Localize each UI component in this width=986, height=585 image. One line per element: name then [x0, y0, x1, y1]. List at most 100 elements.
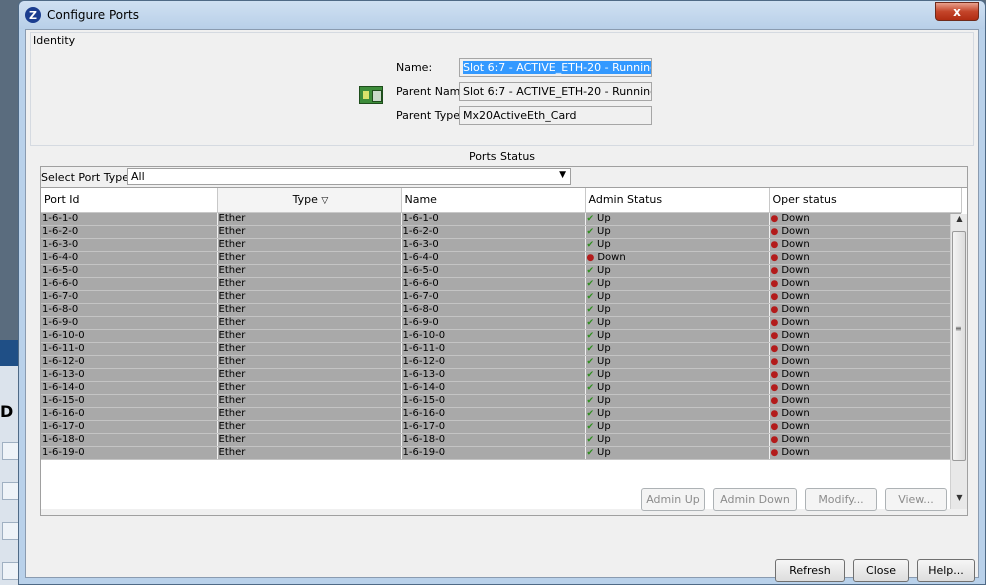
- column-header-name[interactable]: Name: [401, 188, 586, 213]
- cell-admin-status: Up: [585, 212, 770, 226]
- admin-down-button[interactable]: Admin Down: [713, 488, 797, 511]
- cell-name: 1-6-4-0: [401, 251, 586, 265]
- modify-button[interactable]: Modify...: [805, 488, 877, 511]
- cell-admin-status: Up: [585, 446, 770, 460]
- parent-name-field[interactable]: Slot 6:7 - ACTIVE_ETH-20 - Running: [459, 82, 652, 101]
- cell-type: Ether: [217, 433, 402, 447]
- cell-type: Ether: [217, 316, 402, 330]
- parent-type-label: Parent Type:: [396, 109, 464, 122]
- table-row[interactable]: 1-6-16-0Ether1-6-16-0UpDown: [41, 407, 962, 421]
- dialog-body: Identity Name: Slot 6:7 - ACTIVE_ETH-20 …: [25, 29, 979, 582]
- cell-oper-status: Down: [769, 407, 962, 421]
- cell-name: 1-6-19-0: [401, 446, 586, 460]
- scroll-up-icon[interactable]: ▲: [951, 214, 968, 230]
- scrollbar-thumb[interactable]: [952, 231, 966, 461]
- column-header-type[interactable]: Type ▽: [217, 188, 402, 213]
- admin-up-button[interactable]: Admin Up: [641, 488, 705, 511]
- table-row[interactable]: 1-6-8-0Ether1-6-8-0UpDown: [41, 303, 962, 317]
- ports-status-panel: Select Port Type: All ▼ Port Id Type ▽ N…: [40, 166, 968, 516]
- table-row[interactable]: 1-6-13-0Ether1-6-13-0UpDown: [41, 368, 962, 382]
- cell-admin-status: Up: [585, 342, 770, 356]
- table-row[interactable]: 1-6-4-0Ether1-6-4-0DownDown: [41, 251, 962, 265]
- configure-ports-dialog: Z Configure Ports x Identity Name: Slot …: [18, 0, 986, 585]
- sort-filter-icon: ▽: [321, 196, 329, 207]
- cell-name: 1-6-2-0: [401, 225, 586, 239]
- cell-oper-status: Down: [769, 290, 962, 304]
- cell-oper-status: Down: [769, 433, 962, 447]
- cell-port-id: 1-6-16-0: [41, 407, 218, 421]
- cell-name: 1-6-14-0: [401, 381, 586, 395]
- table-row[interactable]: 1-6-17-0Ether1-6-17-0UpDown: [41, 420, 962, 434]
- table-row[interactable]: 1-6-14-0Ether1-6-14-0UpDown: [41, 381, 962, 395]
- cell-oper-status: Down: [769, 368, 962, 382]
- dropdown-arrow-icon: ▼: [559, 170, 566, 180]
- cell-port-id: 1-6-14-0: [41, 381, 218, 395]
- select-port-type-label: Select Port Type:: [41, 170, 133, 184]
- table-row[interactable]: 1-6-5-0Ether1-6-5-0UpDown: [41, 264, 962, 278]
- cell-oper-status: Down: [769, 251, 962, 265]
- cell-admin-status: Up: [585, 225, 770, 239]
- window-title: Configure Ports: [47, 8, 140, 22]
- cell-type: Ether: [217, 264, 402, 278]
- parent-type-field[interactable]: Mx20ActiveEth_Card: [459, 106, 652, 125]
- cell-name: 1-6-9-0: [401, 316, 586, 330]
- refresh-button[interactable]: Refresh: [775, 559, 845, 582]
- ports-table-container: Port Id Type ▽ Name Admin Status Oper st…: [41, 187, 967, 509]
- cell-oper-status: Down: [769, 225, 962, 239]
- cell-name: 1-6-7-0: [401, 290, 586, 304]
- ports-status-title: Ports Status: [468, 150, 536, 163]
- close-window-button[interactable]: x: [935, 2, 979, 21]
- cell-admin-status: Up: [585, 420, 770, 434]
- table-row[interactable]: 1-6-19-0Ether1-6-19-0UpDown: [41, 446, 962, 460]
- cell-oper-status: Down: [769, 342, 962, 356]
- cell-port-id: 1-6-15-0: [41, 394, 218, 408]
- table-row[interactable]: 1-6-11-0Ether1-6-11-0UpDown: [41, 342, 962, 356]
- help-button[interactable]: Help...: [917, 559, 975, 582]
- cell-oper-status: Down: [769, 446, 962, 460]
- table-row[interactable]: 1-6-12-0Ether1-6-12-0UpDown: [41, 355, 962, 369]
- cell-type: Ether: [217, 381, 402, 395]
- table-row[interactable]: 1-6-1-0Ether1-6-1-0UpDown: [41, 212, 962, 226]
- table-row[interactable]: 1-6-3-0Ether1-6-3-0UpDown: [41, 238, 962, 252]
- name-field[interactable]: Slot 6:7 - ACTIVE_ETH-20 - Running: [459, 58, 652, 77]
- cell-name: 1-6-15-0: [401, 394, 586, 408]
- column-header-type-label: Type: [292, 193, 318, 207]
- cell-name: 1-6-5-0: [401, 264, 586, 278]
- cell-port-id: 1-6-10-0: [41, 329, 218, 343]
- column-header-port-id[interactable]: Port Id: [41, 188, 218, 213]
- scroll-down-icon[interactable]: ▼: [951, 493, 968, 509]
- cell-port-id: 1-6-9-0: [41, 316, 218, 330]
- table-row[interactable]: 1-6-7-0Ether1-6-7-0UpDown: [41, 290, 962, 304]
- cell-port-id: 1-6-17-0: [41, 420, 218, 434]
- table-row[interactable]: 1-6-6-0Ether1-6-6-0UpDown: [41, 277, 962, 291]
- identity-group: Identity Name: Slot 6:7 - ACTIVE_ETH-20 …: [30, 32, 974, 146]
- port-type-dropdown[interactable]: All ▼: [127, 168, 571, 185]
- column-header-admin-status[interactable]: Admin Status: [585, 188, 770, 213]
- close-button[interactable]: Close: [853, 559, 909, 582]
- cell-oper-status: Down: [769, 212, 962, 226]
- table-row[interactable]: 1-6-15-0Ether1-6-15-0UpDown: [41, 394, 962, 408]
- ports-table: Port Id Type ▽ Name Admin Status Oper st…: [41, 188, 962, 460]
- table-row[interactable]: 1-6-10-0Ether1-6-10-0UpDown: [41, 329, 962, 343]
- cell-name: 1-6-1-0: [401, 212, 586, 226]
- view-button[interactable]: View...: [885, 488, 947, 511]
- cell-port-id: 1-6-2-0: [41, 225, 218, 239]
- cell-type: Ether: [217, 329, 402, 343]
- table-row[interactable]: 1-6-9-0Ether1-6-9-0UpDown: [41, 316, 962, 330]
- cell-type: Ether: [217, 355, 402, 369]
- table-row[interactable]: 1-6-2-0Ether1-6-2-0UpDown: [41, 225, 962, 239]
- cell-admin-status: Up: [585, 355, 770, 369]
- cell-oper-status: Down: [769, 381, 962, 395]
- table-row[interactable]: 1-6-18-0Ether1-6-18-0UpDown: [41, 433, 962, 447]
- card-icon: [359, 86, 383, 104]
- name-field-value: Slot 6:7 - ACTIVE_ETH-20 - Running: [463, 61, 651, 74]
- cell-oper-status: Down: [769, 329, 962, 343]
- cell-name: 1-6-6-0: [401, 277, 586, 291]
- cell-name: 1-6-16-0: [401, 407, 586, 421]
- vertical-scrollbar[interactable]: ▲ ≡ ▼: [950, 214, 967, 509]
- titlebar[interactable]: Z Configure Ports: [19, 1, 985, 29]
- cell-name: 1-6-18-0: [401, 433, 586, 447]
- column-header-oper-status[interactable]: Oper status: [769, 188, 962, 213]
- cell-admin-status: Up: [585, 264, 770, 278]
- cell-admin-status: Up: [585, 329, 770, 343]
